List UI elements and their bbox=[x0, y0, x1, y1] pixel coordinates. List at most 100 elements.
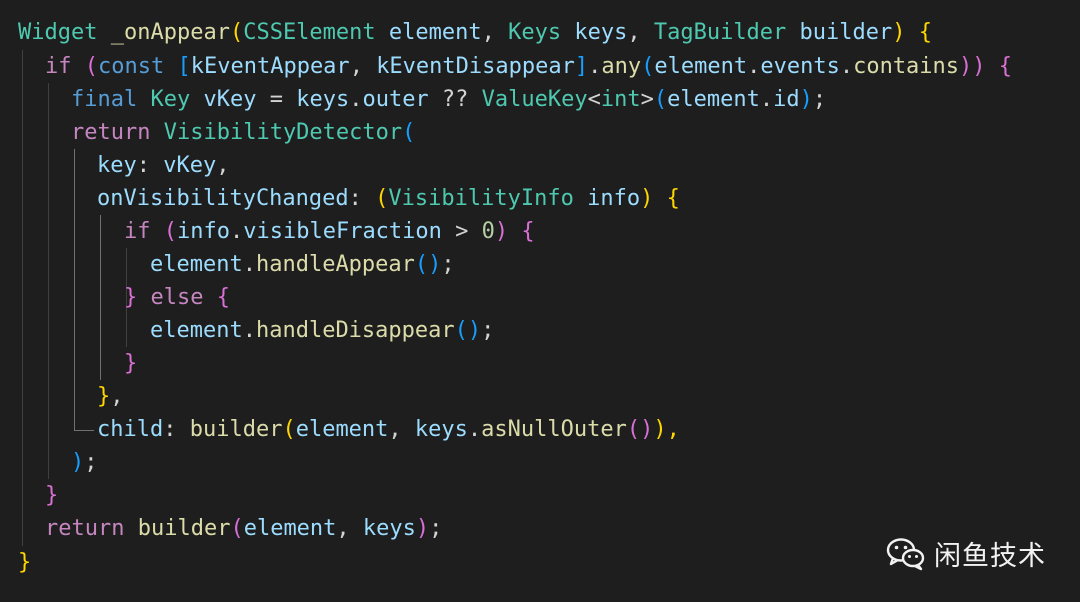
code-token: ( bbox=[653, 87, 668, 112]
code-line[interactable]: element.handleDisappear(); bbox=[150, 314, 494, 347]
watermark: 闲鱼技术 bbox=[886, 534, 1046, 573]
code-token: ( bbox=[282, 417, 296, 442]
code-line[interactable]: onVisibilityChanged: (VisibilityInfo inf… bbox=[97, 182, 680, 215]
code-token: () bbox=[626, 417, 654, 442]
code-token: Widget bbox=[18, 20, 98, 45]
code-token: > bbox=[441, 219, 482, 244]
code-line[interactable]: return builder(element, keys); bbox=[45, 512, 442, 545]
code-line[interactable]: } bbox=[18, 546, 31, 579]
code-line[interactable]: } bbox=[45, 479, 58, 512]
code-token: , bbox=[336, 516, 363, 541]
code-token: keys bbox=[362, 516, 416, 541]
code-token: ( bbox=[230, 516, 244, 541]
code-token: () bbox=[454, 318, 482, 343]
code-token: info bbox=[587, 186, 641, 211]
code-line[interactable]: child: builder(element, keys.asNullOuter… bbox=[97, 413, 680, 446]
code-token: ) bbox=[799, 87, 813, 112]
code-line[interactable]: return VisibilityDetector( bbox=[71, 116, 415, 149]
code-token: ), bbox=[653, 417, 680, 442]
code-token: return bbox=[45, 516, 125, 541]
code-token: { bbox=[521, 219, 535, 244]
code-token: ( bbox=[402, 120, 416, 145]
indent-guide bbox=[74, 149, 75, 413]
code-line[interactable]: element.handleAppear(); bbox=[150, 248, 455, 281]
code-token: ; bbox=[481, 318, 495, 343]
code-token: TagBuilder bbox=[653, 20, 787, 45]
code-token: ) bbox=[71, 450, 85, 475]
code-line[interactable]: }, bbox=[97, 380, 124, 413]
code-line[interactable]: } bbox=[124, 347, 137, 380]
watermark-text: 闲鱼技术 bbox=[934, 541, 1046, 572]
code-token: > bbox=[640, 87, 654, 112]
code-line[interactable]: final Key vKey = keys.outer ?? ValueKey<… bbox=[71, 83, 826, 116]
code-token: id bbox=[773, 87, 800, 112]
code-token: handleAppear bbox=[255, 252, 415, 277]
code-token: } bbox=[124, 351, 138, 376]
code-token: )) bbox=[959, 54, 986, 79]
code-token: element bbox=[243, 516, 337, 541]
code-token: . bbox=[242, 318, 256, 343]
code-token: element bbox=[667, 87, 760, 112]
code-token: else bbox=[150, 285, 204, 310]
code-token: ) bbox=[640, 186, 667, 211]
code-line[interactable]: if (const [kEventAppear, kEventDisappear… bbox=[45, 50, 1012, 83]
code-token: if bbox=[124, 219, 151, 244]
indent-guide-elbow bbox=[74, 413, 94, 431]
code-token: element bbox=[150, 252, 243, 277]
code-token: contains bbox=[853, 54, 960, 79]
code-token: info bbox=[177, 219, 230, 244]
code-token: . bbox=[467, 417, 482, 442]
code-token: () bbox=[414, 252, 442, 277]
code-token: int bbox=[600, 87, 641, 112]
code-line[interactable]: } else { bbox=[124, 281, 230, 314]
code-token: ( bbox=[84, 54, 98, 79]
code-editor[interactable]: Widget _onAppear(CSSElement element, Key… bbox=[0, 0, 1080, 602]
code-line[interactable]: key: vKey, bbox=[97, 149, 229, 182]
code-token: builder bbox=[137, 516, 231, 541]
code-token: { bbox=[216, 285, 230, 310]
code-token: CSSElement bbox=[243, 20, 376, 45]
code-token: return bbox=[71, 120, 151, 145]
code-token: } bbox=[18, 550, 32, 575]
code-token: } bbox=[45, 483, 59, 508]
indent-guide bbox=[48, 83, 49, 479]
code-token: ?? bbox=[428, 87, 482, 112]
code-token: ] bbox=[574, 54, 589, 79]
code-token: kEventAppear bbox=[190, 54, 350, 79]
code-token: builder bbox=[189, 417, 283, 442]
code-line[interactable]: if (info.visibleFraction > 0) { bbox=[124, 215, 535, 248]
code-token: ( bbox=[641, 54, 655, 79]
code-token: } bbox=[124, 285, 138, 310]
code-token: , bbox=[349, 54, 377, 79]
code-token: < bbox=[587, 87, 601, 112]
code-token: element bbox=[150, 318, 243, 343]
code-token: keys bbox=[574, 20, 628, 45]
code-token: { bbox=[998, 54, 1013, 79]
indent-guide bbox=[22, 50, 23, 546]
wechat-icon bbox=[886, 537, 926, 571]
code-token: keys bbox=[296, 87, 350, 112]
code-line[interactable]: ); bbox=[71, 446, 98, 479]
indent-guide bbox=[100, 215, 101, 380]
code-token: ; bbox=[441, 252, 455, 277]
code-token: : bbox=[136, 153, 164, 178]
code-token: vKey bbox=[203, 87, 257, 112]
code-token: Keys bbox=[508, 20, 562, 45]
code-token: : bbox=[348, 186, 376, 211]
code-token: ( bbox=[229, 20, 244, 45]
code-token: [ bbox=[177, 54, 191, 79]
code-token: child bbox=[97, 417, 164, 442]
code-token: final bbox=[71, 87, 138, 112]
code-token: . bbox=[229, 219, 244, 244]
code-token: outer bbox=[362, 87, 429, 112]
code-line[interactable]: Widget _onAppear(CSSElement element, Key… bbox=[18, 16, 932, 49]
code-token: , bbox=[627, 20, 654, 45]
code-token: . bbox=[759, 87, 774, 112]
